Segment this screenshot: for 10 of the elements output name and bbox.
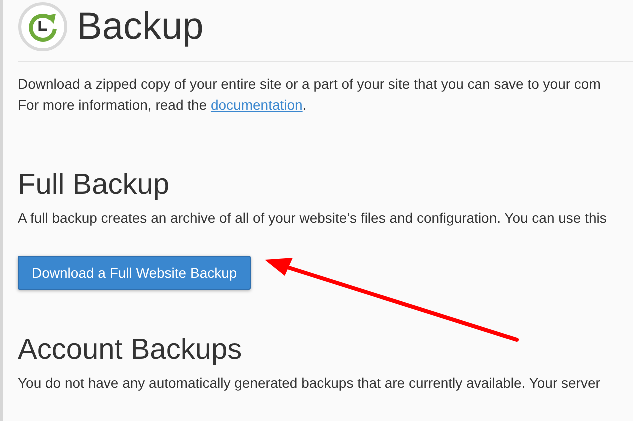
intro-text: Download a zipped copy of your entire site or a part of your site that you can save to your com	[18, 75, 602, 94]
page-title: Backup	[77, 6, 204, 48]
download-backup-button[interactable]: Download a Full Website Backup	[18, 256, 252, 290]
documentation-link[interactable]: documentation	[210, 97, 303, 113]
section-text: You do not have any automatically generated backups that are currently available. Your server	[18, 374, 602, 393]
section-heading: Full Backup	[18, 169, 171, 202]
info-text: For more information, read the documentation.	[18, 96, 308, 115]
section-text: A full backup creates an archive of all of your website’s files and configuration. You can use this	[18, 209, 608, 228]
section-heading: Account Backups	[18, 334, 244, 367]
backup-clock-icon	[18, 2, 68, 52]
